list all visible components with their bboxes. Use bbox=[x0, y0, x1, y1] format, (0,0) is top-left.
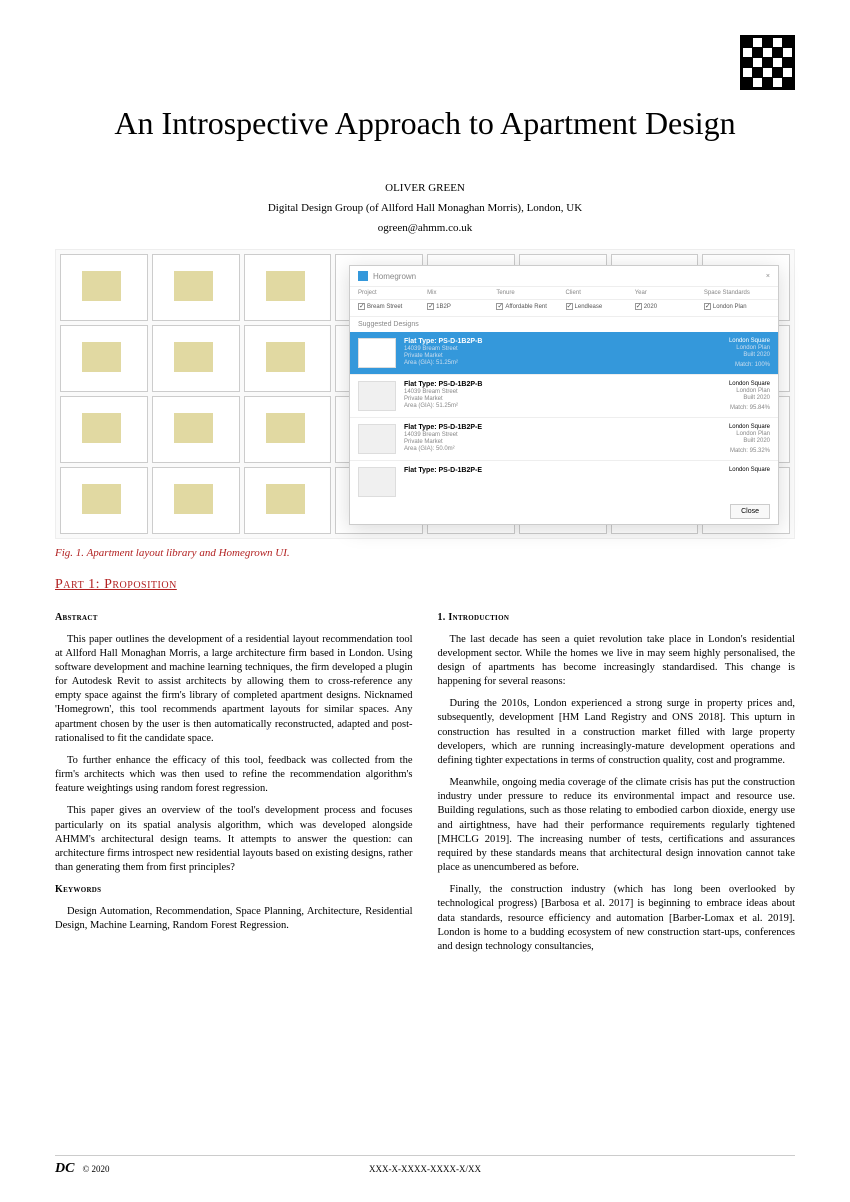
close-button[interactable]: Close bbox=[730, 504, 770, 519]
copyright: © 2020 bbox=[82, 1164, 109, 1174]
intro-paragraph: Meanwhile, ongoing media coverage of the… bbox=[438, 776, 796, 875]
area: Area (GIA): 51.25m² bbox=[404, 403, 721, 409]
floorplan-thumbnail bbox=[358, 424, 396, 454]
affiliation: Digital Design Group (of Allford Hall Mo… bbox=[55, 202, 795, 214]
keywords-header: Keywords bbox=[55, 883, 413, 897]
app-title: Homegrown bbox=[373, 272, 416, 281]
checkbox-icon[interactable] bbox=[566, 303, 573, 310]
flat-type: Flat Type: PS-D-1B2P-E bbox=[404, 424, 721, 431]
keywords-text: Design Automation, Recommendation, Space… bbox=[55, 905, 413, 933]
result-match: Match: 95.84% bbox=[729, 405, 770, 411]
market: Private Market bbox=[404, 353, 721, 359]
filter-header-year: Year bbox=[635, 290, 701, 296]
result-built: Built 2020 bbox=[729, 395, 770, 401]
abstract-paragraph: To further enhance the efficacy of this … bbox=[55, 754, 413, 797]
floorplan-thumbnail bbox=[358, 381, 396, 411]
filter-project[interactable]: Bream Street bbox=[358, 303, 424, 310]
result-client: London Square bbox=[729, 381, 770, 387]
footer-code: XXX-X-XXXX-XXXX-X/XX bbox=[369, 1164, 481, 1174]
filter-client[interactable]: Lendlease bbox=[566, 303, 632, 310]
abstract-paragraph: This paper outlines the development of a… bbox=[55, 633, 413, 746]
qr-code bbox=[740, 35, 795, 90]
result-plan: London Plan bbox=[729, 345, 770, 351]
filter-value-row: Bream Street 1B2P Affordable Rent Lendle… bbox=[350, 300, 778, 317]
checkbox-icon[interactable] bbox=[635, 303, 642, 310]
filter-header-standards: Space Standards bbox=[704, 290, 770, 296]
abstract-paragraph: This paper gives an overview of the tool… bbox=[55, 804, 413, 875]
result-row[interactable]: Flat Type: PS-D-1B2P-E London Square bbox=[350, 461, 778, 497]
filter-header-mix: Mix bbox=[427, 290, 493, 296]
checkbox-icon[interactable] bbox=[496, 303, 503, 310]
checkbox-icon[interactable] bbox=[704, 303, 711, 310]
result-row[interactable]: Flat Type: PS-D-1B2P-B 14039 Bream Stree… bbox=[350, 332, 778, 375]
author-name: OLIVER GREEN bbox=[55, 182, 795, 194]
homegrown-ui-panel: Homegrown × Project Mix Tenure Client Ye… bbox=[349, 265, 779, 525]
area: Area (GIA): 51.25m² bbox=[404, 360, 721, 366]
suggested-designs-label: Suggested Designs bbox=[350, 317, 778, 332]
abstract-header: Abstract bbox=[55, 611, 413, 625]
address: 14039 Bream Street bbox=[404, 389, 721, 395]
filter-mix[interactable]: 1B2P bbox=[427, 303, 493, 310]
result-match: Match: 100% bbox=[729, 362, 770, 368]
result-client: London Square bbox=[729, 338, 770, 344]
floorplan-thumbnail bbox=[358, 467, 396, 497]
page-footer: DC © 2020 XXX-X-XXXX-XXXX-X/XX bbox=[55, 1155, 795, 1177]
section-header-part1: Part 1: Proposition bbox=[55, 577, 795, 593]
publisher-logo: DC bbox=[55, 1161, 74, 1177]
market: Private Market bbox=[404, 439, 721, 445]
result-client: London Square bbox=[729, 424, 770, 430]
app-logo-icon bbox=[358, 271, 368, 281]
result-row[interactable]: Flat Type: PS-D-1B2P-E 14039 Bream Stree… bbox=[350, 418, 778, 461]
right-column: 1. Introduction The last decade has seen… bbox=[438, 611, 796, 962]
intro-paragraph: The last decade has seen a quiet revolut… bbox=[438, 633, 796, 690]
area: Area (GIA): 50.0m² bbox=[404, 446, 721, 452]
result-row[interactable]: Flat Type: PS-D-1B2P-B 14039 Bream Stree… bbox=[350, 375, 778, 418]
flat-type: Flat Type: PS-D-1B2P-B bbox=[404, 338, 721, 345]
filter-header-client: Client bbox=[566, 290, 632, 296]
result-plan: London Plan bbox=[729, 388, 770, 394]
filter-header-project: Project bbox=[358, 290, 424, 296]
ui-header: Homegrown × bbox=[350, 266, 778, 287]
filter-header-tenure: Tenure bbox=[496, 290, 562, 296]
author-email: ogreen@ahmm.co.uk bbox=[55, 222, 795, 234]
intro-paragraph: Finally, the construction industry (whic… bbox=[438, 883, 796, 954]
filter-tenure[interactable]: Affordable Rent bbox=[496, 303, 562, 310]
result-match: Match: 95.32% bbox=[729, 448, 770, 454]
checkbox-icon[interactable] bbox=[358, 303, 365, 310]
filter-header-row: Project Mix Tenure Client Year Space Sta… bbox=[350, 287, 778, 300]
intro-paragraph: During the 2010s, London experienced a s… bbox=[438, 697, 796, 768]
close-icon[interactable]: × bbox=[766, 273, 770, 280]
figure-1: Homegrown × Project Mix Tenure Client Ye… bbox=[55, 249, 795, 539]
flat-type: Flat Type: PS-D-1B2P-B bbox=[404, 381, 721, 388]
introduction-header: 1. Introduction bbox=[438, 611, 796, 625]
filter-year[interactable]: 2020 bbox=[635, 303, 701, 310]
figure-caption: Fig. 1. Apartment layout library and Hom… bbox=[55, 547, 795, 559]
left-column: Abstract This paper outlines the develop… bbox=[55, 611, 413, 962]
results-list: Flat Type: PS-D-1B2P-B 14039 Bream Stree… bbox=[350, 332, 778, 497]
result-built: Built 2020 bbox=[729, 352, 770, 358]
checkbox-icon[interactable] bbox=[427, 303, 434, 310]
address: 14039 Bream Street bbox=[404, 432, 721, 438]
result-client: London Square bbox=[729, 467, 770, 473]
result-plan: London Plan bbox=[729, 431, 770, 437]
floorplan-thumbnail bbox=[358, 338, 396, 368]
market: Private Market bbox=[404, 396, 721, 402]
paper-title: An Introspective Approach to Apartment D… bbox=[55, 105, 795, 142]
result-built: Built 2020 bbox=[729, 438, 770, 444]
address: 14039 Bream Street bbox=[404, 346, 721, 352]
filter-standards[interactable]: London Plan bbox=[704, 303, 770, 310]
flat-type: Flat Type: PS-D-1B2P-E bbox=[404, 467, 721, 474]
